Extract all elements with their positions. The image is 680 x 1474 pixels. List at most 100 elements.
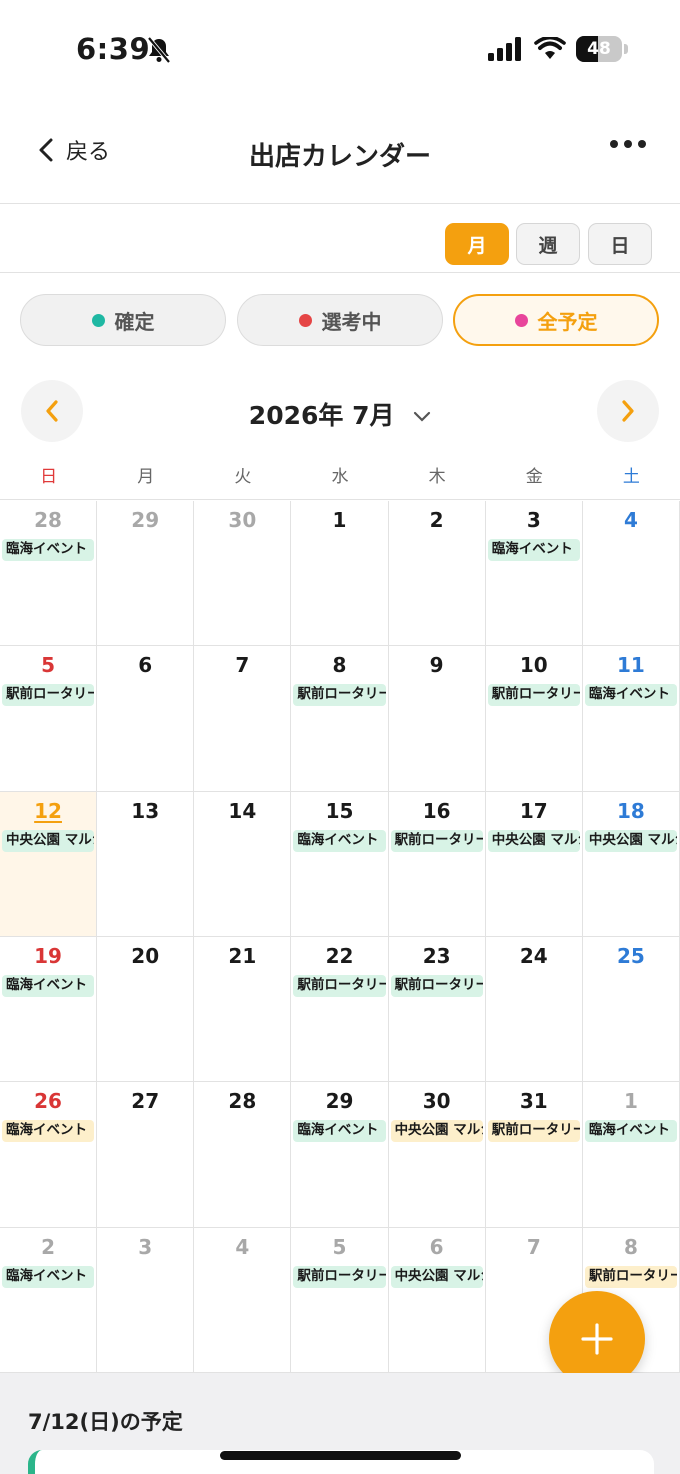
calendar-day-cell[interactable]: 8 駅前ロータリー	[291, 646, 389, 792]
battery-level-text: 48	[587, 39, 611, 59]
calendar-day-cell[interactable]: 10 駅前ロータリー	[485, 646, 583, 792]
weekday-label: 土	[622, 467, 640, 487]
event-chip[interactable]: 中央公園 マルシェ	[390, 1265, 483, 1288]
weekday-label: 日	[40, 467, 58, 487]
day-schedule-heading: 7/12(日)の予定	[28, 1410, 183, 1434]
day-number: 11	[616, 653, 645, 678]
next-month-button[interactable]	[597, 380, 659, 442]
calendar-day-cell[interactable]: 29 臨海イベント	[291, 1082, 389, 1228]
filter-all[interactable]: 全予定	[453, 294, 659, 346]
event-chip[interactable]: 中央公園 マルシェ	[390, 1120, 483, 1143]
calendar-day-cell[interactable]: 2	[388, 501, 486, 647]
event-chip[interactable]: 駅前ロータリー	[390, 829, 483, 852]
calendar-day-cell[interactable]: 20	[97, 937, 195, 1083]
day-number: 4	[623, 508, 638, 532]
calendar-day-cell[interactable]: 30 中央公園 マルシェ	[388, 1082, 486, 1228]
event-chip[interactable]: 臨海イベント	[487, 539, 580, 561]
status-time: 6:39	[76, 32, 151, 66]
event-chip[interactable]: 臨海イベント	[2, 1265, 95, 1288]
calendar-day-cell[interactable]: 24	[485, 937, 583, 1083]
month-picker[interactable]: 2026年 7月	[0, 396, 680, 432]
day-number: 23	[422, 944, 451, 968]
event-chip[interactable]: 駅前ロータリー	[487, 1120, 580, 1143]
event-chip[interactable]: 臨海イベント	[293, 829, 386, 852]
event-chip[interactable]: 臨海イベント	[584, 684, 677, 707]
event-chip[interactable]: 中央公園 マルシェ	[584, 829, 677, 852]
page-title: 出店カレンダー	[248, 142, 431, 172]
plus-icon	[581, 1323, 613, 1355]
calendar-day-cell[interactable]: 22 駅前ロータリー	[291, 937, 389, 1083]
weekday-label: 火	[234, 467, 252, 487]
home-indicator[interactable]	[220, 1451, 461, 1460]
day-number: 21	[228, 944, 257, 968]
status-filters: 確定 選考中 全予定	[20, 294, 660, 346]
calendar-day-cell[interactable]: 27	[97, 1082, 195, 1228]
event-chip[interactable]: 駅前ロータリー	[293, 975, 386, 997]
event-chip[interactable]: 臨海イベント	[293, 1120, 386, 1143]
event-chip[interactable]: 臨海イベント	[584, 1120, 677, 1143]
day-number: 5	[41, 653, 56, 678]
view-day-button[interactable]: 日	[588, 223, 652, 265]
event-chip[interactable]: 中央公園 マルシェ	[2, 829, 95, 852]
calendar-day-cell[interactable]: 13	[97, 791, 195, 937]
day-number: 30	[228, 508, 257, 532]
event-chip[interactable]: 臨海イベント	[2, 539, 95, 561]
calendar-day-cell[interactable]: 3 臨海イベント	[485, 501, 583, 647]
more-options-icon[interactable]	[610, 140, 646, 148]
view-week-button[interactable]: 週	[516, 223, 580, 265]
event-chip[interactable]: 駅前ロータリー	[293, 684, 386, 707]
day-number: 22	[325, 944, 354, 968]
day-number: 4	[235, 1234, 250, 1259]
calendar-day-cell[interactable]: 29	[97, 501, 195, 647]
calendar-day-cell[interactable]: 21	[194, 937, 292, 1083]
calendar-day-cell[interactable]: 31 駅前ロータリー	[485, 1082, 583, 1228]
calendar-day-cell[interactable]: 23 駅前ロータリー	[388, 937, 486, 1083]
event-chip[interactable]: 臨海イベント	[2, 1120, 95, 1143]
day-number: 7	[526, 1234, 541, 1259]
calendar-day-cell[interactable]: 6 中央公園 マルシェ	[388, 1227, 486, 1373]
calendar-day-cell[interactable]: 4	[194, 1227, 292, 1373]
calendar-day-cell[interactable]: 30	[194, 501, 292, 647]
calendar-day-cell[interactable]: 28	[194, 1082, 292, 1228]
calendar-day-cell[interactable]: 28 臨海イベント	[0, 501, 98, 647]
event-chip[interactable]: 駅前ロータリー	[584, 1265, 677, 1288]
calendar-day-cell[interactable]: 5 駅前ロータリー	[291, 1227, 389, 1373]
filter-label: 確定	[114, 309, 155, 334]
calendar-day-cell[interactable]: 16 駅前ロータリー	[388, 791, 486, 937]
calendar-day-cell[interactable]: 6	[97, 646, 195, 792]
battery-cap	[624, 44, 628, 54]
calendar-day-cell[interactable]: 5 駅前ロータリー	[0, 646, 98, 792]
calendar-day-cell[interactable]: 12 中央公園 マルシェ	[0, 791, 98, 937]
filter-label: 全予定	[537, 309, 598, 334]
navigation-bar: 戻る 出店カレンダー	[0, 100, 680, 204]
calendar-day-cell[interactable]: 14	[194, 791, 292, 937]
event-chip[interactable]: 駅前ロータリー	[293, 1265, 386, 1288]
view-month-button[interactable]: 月	[445, 223, 509, 265]
calendar-day-cell[interactable]: 7	[194, 646, 292, 792]
day-number: 10	[519, 653, 548, 678]
event-chip[interactable]: 中央公園 マルシェ	[487, 829, 580, 852]
calendar-day-cell[interactable]: 26 臨海イベント	[0, 1082, 98, 1228]
event-chip[interactable]: 駅前ロータリー	[2, 684, 95, 707]
filter-under-review[interactable]: 選考中	[237, 294, 443, 346]
calendar-day-cell[interactable]: 1	[291, 501, 389, 647]
event-chip[interactable]: 駅前ロータリー	[390, 975, 483, 997]
weekday-header: 日 月 火 水 木 金 土	[0, 462, 680, 500]
calendar-day-cell[interactable]: 4	[582, 501, 680, 647]
calendar-day-cell[interactable]: 11 臨海イベント	[582, 646, 680, 792]
filter-confirmed[interactable]: 確定	[20, 294, 226, 346]
calendar-day-cell[interactable]: 18 中央公園 マルシェ	[582, 791, 680, 937]
calendar-day-cell[interactable]: 17 中央公園 マルシェ	[485, 791, 583, 937]
calendar-day-cell[interactable]: 1 臨海イベント	[582, 1082, 680, 1228]
calendar-day-cell[interactable]: 9	[388, 646, 486, 792]
calendar-day-cell[interactable]: 3	[97, 1227, 195, 1373]
calendar-day-cell[interactable]: 2 臨海イベント	[0, 1227, 98, 1373]
calendar-day-cell[interactable]: 15 臨海イベント	[291, 791, 389, 937]
event-chip[interactable]: 臨海イベント	[2, 975, 95, 997]
event-chip[interactable]: 駅前ロータリー	[487, 684, 580, 707]
day-number: 24	[519, 944, 548, 968]
calendar-day-cell[interactable]: 19 臨海イベント	[0, 937, 98, 1083]
calendar-day-cell[interactable]: 25	[582, 937, 680, 1083]
day-number: 1	[623, 1089, 638, 1114]
month-navigator: 2026年 7月	[0, 380, 680, 444]
